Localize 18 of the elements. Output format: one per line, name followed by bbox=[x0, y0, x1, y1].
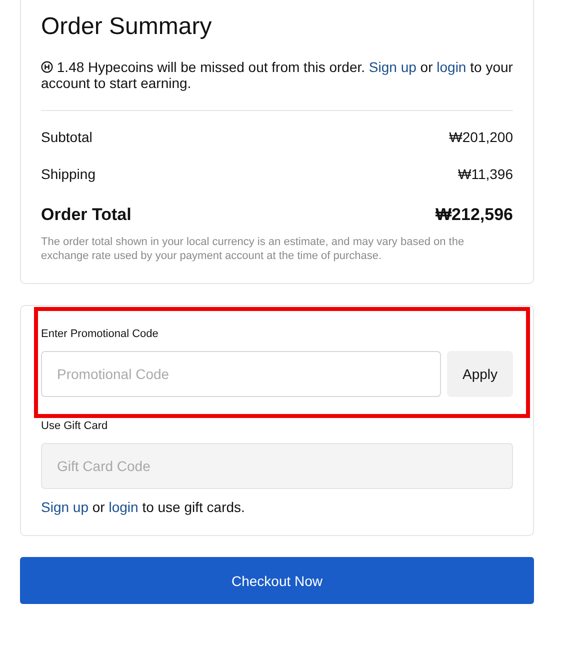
line-amount: ₩11,396 bbox=[458, 166, 513, 182]
sign-up-link[interactable]: Sign up bbox=[368, 59, 416, 75]
login-link[interactable]: login bbox=[436, 59, 466, 75]
promo-code-field[interactable]: Promotional Code bbox=[41, 351, 441, 397]
promo-label: Enter Promotional Code bbox=[41, 327, 160, 341]
line-label: Subtotal bbox=[41, 129, 92, 145]
line-amount: ₩201,200 bbox=[449, 129, 513, 145]
summary-title: Order Summary bbox=[41, 12, 213, 42]
hypecoins-notice: 1.48 Hypecoins will be missed out from this order. Sign up or login to your account to start earning. bbox=[41, 59, 513, 91]
currency-disclaimer: The order total shown in your local currency is an estimate, and may vary based on the exchange rate used by your payment account at the time of purchase. bbox=[41, 235, 466, 263]
line-label: Order Total bbox=[41, 205, 132, 225]
apply-button[interactable]: Apply bbox=[447, 351, 513, 397]
line-amount: ₩212,596 bbox=[436, 205, 513, 225]
coin-icon bbox=[41, 61, 53, 73]
line-label: Shipping bbox=[41, 166, 96, 182]
gift-card-label: Use Gift Card bbox=[41, 419, 109, 433]
gift-card-note: Sign up or login to use gift cards. bbox=[41, 499, 246, 515]
checkout-button[interactable]: Checkout Now bbox=[20, 557, 534, 604]
